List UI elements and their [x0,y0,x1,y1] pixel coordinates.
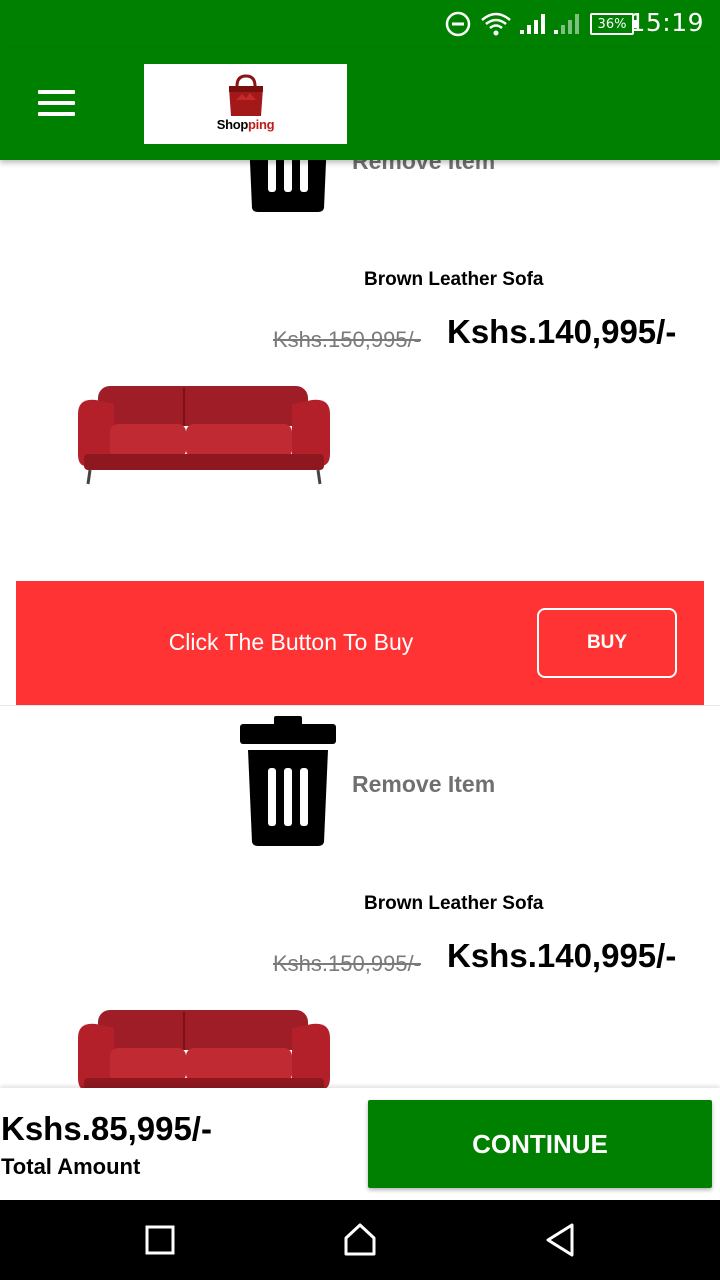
trash-icon[interactable] [238,160,338,212]
trash-icon[interactable] [238,716,338,846]
total-label: Total Amount [1,1154,141,1179]
home-icon[interactable] [340,1220,380,1260]
product-name: Brown Leather Sofa [364,269,544,290]
shopping-logo: Shopping [144,64,347,144]
buy-prompt: Click The Button To Buy [168,629,414,655]
sale-price: Kshs.140,995/- [447,937,677,974]
continue-button[interactable]: CONTINUE [368,1100,712,1188]
product-name: Brown Leather Sofa [364,893,544,914]
do-not-disturb-icon [445,11,471,37]
battery-icon: 36% [590,13,637,35]
app-bar: Shopping [0,48,720,160]
wifi-icon [481,12,511,36]
original-price: Kshs.150,995/- [273,327,421,352]
original-price: Kshs.150,995/- [273,951,421,976]
clock: 15:19 [629,8,704,37]
buy-banner: Click The Button To Buy BUY [16,581,704,705]
sale-price: Kshs.140,995/- [447,313,677,350]
logo-text: Shopping [216,117,275,132]
back-triangle-icon[interactable] [540,1220,580,1260]
signal-icon [520,14,545,34]
signal-weak-icon [554,14,579,34]
red-sofa-image [78,1010,330,1088]
hamburger-menu-icon[interactable] [28,78,84,128]
total-amount: Kshs.85,995/- [1,1110,212,1147]
status-bar: 36% 15:19 [0,0,720,48]
buy-button[interactable]: BUY [537,608,677,678]
cart-list: Remove Item Brown Leather Sofa Kshs.150,… [0,160,720,1088]
system-nav-bar [0,1200,720,1280]
red-sofa-image [78,386,330,485]
shopping-bag-icon [229,74,263,116]
recents-square-icon[interactable] [140,1220,180,1260]
checkout-bar: Kshs.85,995/- Total Amount CONTINUE [0,1088,720,1200]
battery-level: 36% [597,16,627,32]
remove-item-button[interactable]: Remove Item [352,160,495,175]
remove-item-button[interactable]: Remove Item [352,771,495,798]
item-divider [0,705,720,706]
